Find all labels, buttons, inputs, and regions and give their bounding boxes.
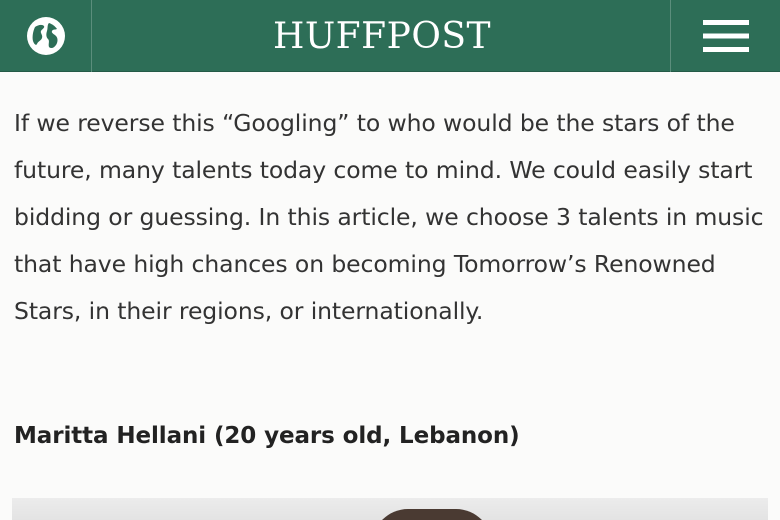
- article-photo: [12, 498, 768, 520]
- globe-icon: [24, 14, 68, 58]
- site-logo[interactable]: HUFFPOST: [92, 0, 672, 72]
- top-navigation-bar: HUFFPOST: [0, 0, 780, 72]
- artist-subheading: Maritta Hellani (20 years old, Lebanon): [14, 423, 520, 449]
- article-paragraph: If we reverse this “Googling” to who wou…: [14, 109, 764, 325]
- hamburger-menu-icon: [701, 17, 751, 55]
- photo-subject-hair: [372, 509, 492, 520]
- edition-selector-button[interactable]: [0, 0, 92, 72]
- menu-button[interactable]: [670, 0, 780, 72]
- page: HUFFPOST If we reverse this “Googling” t…: [0, 0, 780, 520]
